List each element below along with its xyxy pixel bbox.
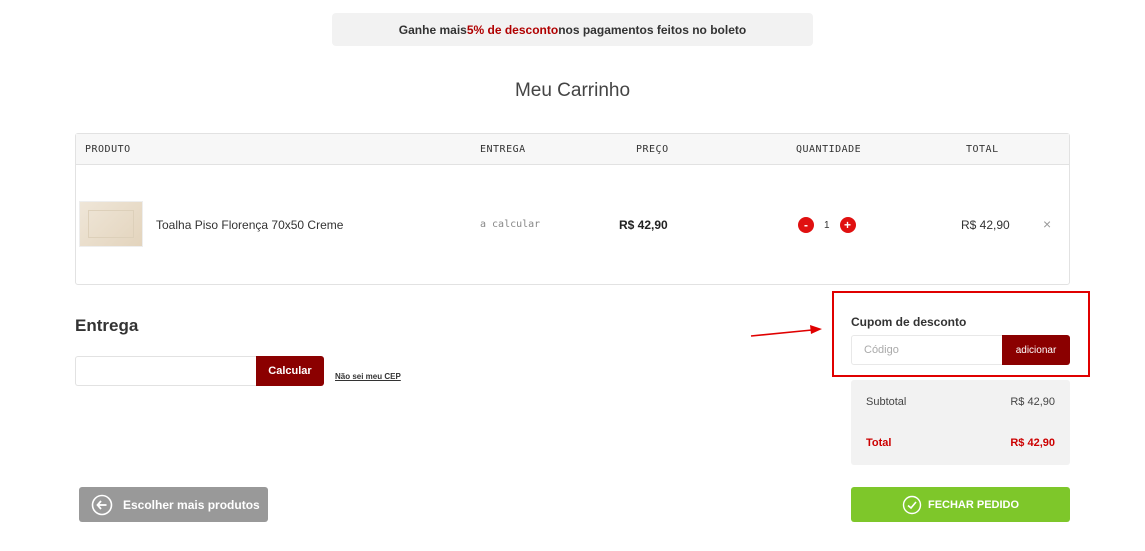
delivery-status: a calcular — [480, 219, 541, 230]
cep-input[interactable] — [75, 356, 257, 386]
close-order-button[interactable]: FECHAR PEDIDO — [851, 487, 1070, 522]
annotation-arrow-icon — [750, 325, 822, 337]
promo-suffix: nos pagamentos feitos no boleto — [558, 22, 747, 37]
calcular-button[interactable]: Calcular — [256, 356, 324, 386]
add-coupon-button[interactable]: adicionar — [1002, 335, 1070, 365]
promo-highlight: 5% de desconto — [466, 22, 559, 37]
total-label: Total — [866, 437, 892, 449]
increase-quantity-button[interactable]: + — [839, 217, 856, 233]
choose-more-products-label: Escolher mais produtos — [123, 497, 260, 512]
coupon-title: Cupom de desconto — [851, 315, 967, 329]
order-summary: Subtotal R$ 42,90 Total R$ 42,90 — [851, 380, 1070, 465]
product-thumbnail[interactable] — [79, 201, 143, 247]
cart-table: PRODUTO ENTREGA PREÇO QUANTIDADE TOTAL T… — [75, 133, 1070, 285]
column-header-quantidade: QUANTIDADE — [796, 144, 862, 155]
choose-more-products-button[interactable]: Escolher mais produtos — [79, 487, 268, 522]
coupon-code-input[interactable]: Código — [851, 335, 1003, 365]
column-header-entrega: ENTREGA — [480, 144, 526, 155]
subtotal-value: R$ 42,90 — [1010, 396, 1055, 408]
product-name[interactable]: Toalha Piso Florença 70x50 Creme — [156, 218, 343, 232]
subtotal-label: Subtotal — [866, 396, 907, 408]
arrow-left-circle-icon — [91, 494, 113, 515]
decrease-quantity-button[interactable]: - — [798, 217, 814, 233]
total-value: R$ 42,90 — [1010, 437, 1055, 449]
cart-table-header: PRODUTO ENTREGA PREÇO QUANTIDADE TOTAL — [76, 134, 1069, 165]
promo-prefix: Ganhe mais — [398, 22, 467, 37]
table-row: Toalha Piso Florença 70x50 Creme a calcu… — [76, 165, 1069, 285]
quantity-stepper: - 1 + — [798, 217, 856, 233]
promo-banner: Ganhe mais 5% de desconto nos pagamentos… — [332, 13, 813, 46]
entrega-title: Entrega — [75, 316, 139, 335]
column-header-produto: PRODUTO — [85, 144, 131, 155]
quantity-value: 1 — [824, 219, 830, 231]
column-header-preco: PREÇO — [636, 144, 669, 155]
page-title: Meu Carrinho — [514, 80, 631, 101]
row-total: R$ 42,90 — [961, 218, 1010, 232]
column-header-total: TOTAL — [966, 144, 999, 155]
close-order-label: FECHAR PEDIDO — [927, 498, 1020, 511]
product-price: R$ 42,90 — [619, 218, 668, 232]
remove-item-icon[interactable]: × — [1043, 216, 1051, 232]
check-circle-icon — [902, 495, 922, 514]
nao-sei-cep-link[interactable]: Não sei meu CEP — [335, 372, 401, 381]
